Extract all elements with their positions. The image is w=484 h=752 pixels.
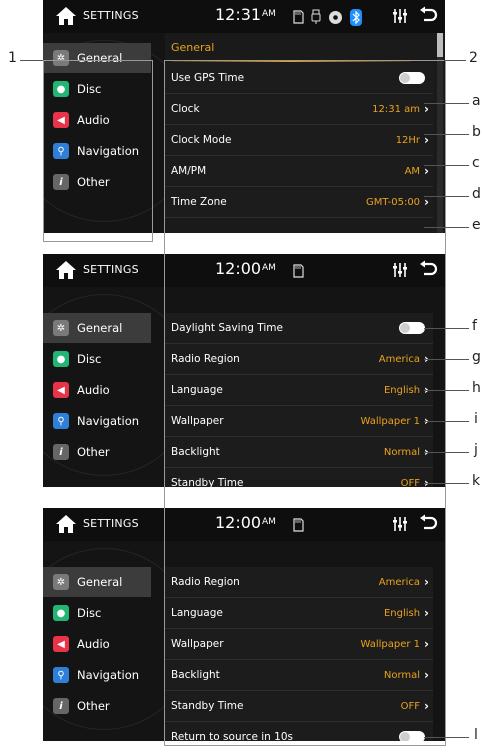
sidebar-item-general[interactable]: ✲ General: [43, 567, 151, 597]
sidebar: ✲ General ● Disc ◀ Audio ⚲ Navigation i Other: [43, 287, 151, 487]
callout-k: k: [472, 473, 481, 489]
callout-e: e: [472, 217, 481, 233]
location-pin-icon: ⚲: [53, 667, 69, 683]
equalizer-icon[interactable]: [392, 9, 408, 23]
callout-2: 2: [469, 50, 478, 66]
callout-a: a: [472, 93, 481, 109]
home-icon[interactable]: [55, 6, 77, 26]
sd-card-icon: [293, 10, 304, 24]
bluetooth-icon: [350, 8, 362, 26]
home-icon[interactable]: [55, 514, 77, 534]
callout-f: f: [472, 318, 477, 334]
sidebar-item-audio[interactable]: ◀ Audio: [43, 375, 151, 405]
page-title: SETTINGS: [83, 263, 139, 276]
sidebar-highlight-box: [43, 60, 153, 242]
callout-g: g: [472, 349, 481, 365]
clock-ampm: AM: [262, 9, 276, 19]
sidebar-item-navigation[interactable]: ⚲ Navigation: [43, 406, 151, 436]
callout-1: 1: [8, 50, 17, 66]
info-icon: i: [53, 444, 69, 460]
callout-h: h: [472, 380, 481, 396]
sidebar-item-other[interactable]: i Other: [43, 691, 151, 721]
disc-icon: ●: [53, 351, 69, 367]
status-bar: SETTINGS 12:31 AM: [43, 0, 445, 33]
gear-icon: ✲: [53, 320, 69, 336]
info-icon: i: [53, 698, 69, 714]
panel-highlight-box: [164, 60, 446, 746]
sidebar-item-disc[interactable]: ● Disc: [43, 598, 151, 628]
speaker-icon: ◀: [53, 636, 69, 652]
sidebar-item-audio[interactable]: ◀ Audio: [43, 629, 151, 659]
usb-icon: [311, 9, 321, 24]
home-icon[interactable]: [55, 260, 77, 280]
section-header: General: [165, 33, 433, 63]
sidebar-item-other[interactable]: i Other: [43, 437, 151, 467]
callout-l: l: [474, 727, 478, 743]
back-icon[interactable]: [418, 6, 438, 26]
callout-j: j: [474, 442, 478, 458]
sidebar-item-disc[interactable]: ● Disc: [43, 344, 151, 374]
page-title: SETTINGS: [83, 517, 139, 530]
callout-i: i: [474, 411, 478, 427]
sidebar: ✲ General ● Disc ◀ Audio ⚲ Navigation i Other: [43, 541, 151, 741]
speaker-icon: ◀: [53, 382, 69, 398]
callout-d: d: [472, 186, 481, 202]
callout-b: b: [472, 124, 481, 140]
page-title: SETTINGS: [83, 9, 139, 22]
gear-icon: ✲: [53, 574, 69, 590]
callout-c: c: [472, 155, 480, 171]
sidebar-item-navigation[interactable]: ⚲ Navigation: [43, 660, 151, 690]
location-pin-icon: ⚲: [53, 413, 69, 429]
disc-status-icon: [329, 10, 342, 24]
clock-time: 12:31: [215, 5, 262, 24]
sidebar-item-general[interactable]: ✲ General: [43, 313, 151, 343]
disc-icon: ●: [53, 605, 69, 621]
